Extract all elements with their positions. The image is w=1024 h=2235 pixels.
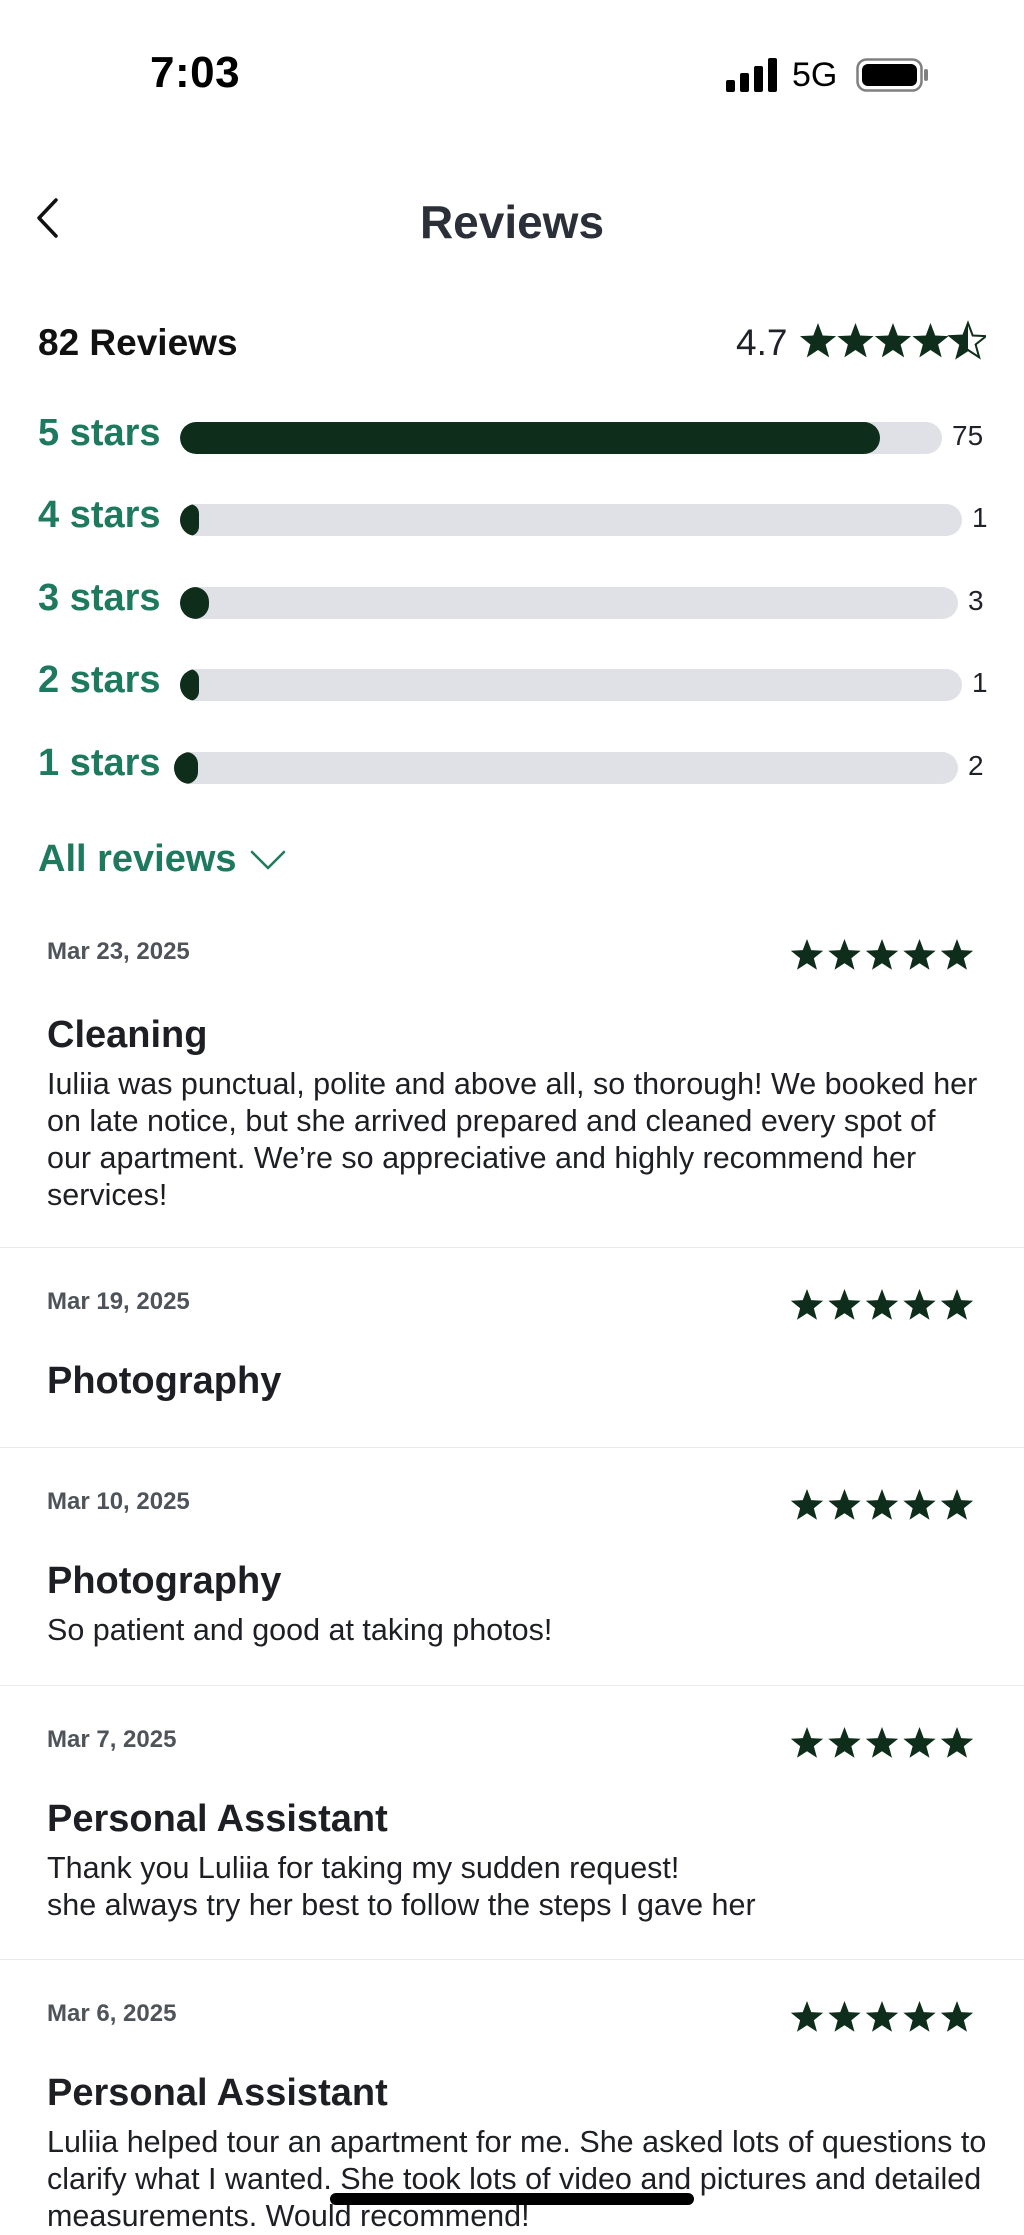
review-rating-stars [790,1489,974,1520]
review-text: So patient and good at taking photos! [47,1613,553,1647]
signal-icon [726,58,777,92]
review-card: Mar 6, 2025 Personal Assistant Luliia help… [0,1960,1024,2233]
status-time: 7:03 [150,48,241,97]
star-filled-icon [940,2001,974,2032]
star-filled-icon [800,323,837,358]
review-rating-stars [790,939,974,970]
distribution-bar-fill [180,504,199,536]
star-filled-icon [828,2001,861,2032]
star-filled-icon [837,323,874,358]
star-filled-icon [790,1727,824,1758]
distribution-label[interactable]: 1 stars [38,742,161,785]
review-card: Mar 10, 2025 Photography So patient and go… [0,1448,1024,1686]
star-filled-icon [828,1289,861,1320]
distribution-label[interactable]: 5 stars [38,412,161,455]
star-filled-icon [865,1289,899,1320]
distribution-bar-fill [174,752,198,784]
battery-icon [856,58,928,92]
distribution-count: 2 [968,750,984,781]
star-filled-icon [828,939,861,970]
star-filled-icon [865,1727,899,1758]
home-indicator [330,2193,694,2205]
distribution-count: 3 [968,585,984,616]
star-filled-icon [903,939,936,970]
star-filled-icon [940,1489,974,1520]
star-filled-icon [865,2001,899,2032]
star-filled-icon [912,323,949,358]
star-filled-icon [790,939,824,970]
review-text: Thank you Luliia for taking my sudden re… [47,1851,756,1922]
distribution-bar-fill [180,669,199,701]
distribution-bar [180,504,962,536]
distribution-count: 1 [972,502,988,533]
distribution-bar [180,669,962,701]
review-date: Mar 10, 2025 [47,1488,190,1515]
distribution-label[interactable]: 3 stars [38,577,161,620]
review-title: Photography [47,1360,282,1402]
review-card: Mar 19, 2025 Photography [0,1248,1024,1448]
review-title: Personal Assistant [47,2072,388,2114]
star-filled-icon [790,2001,824,2032]
review-card: Mar 7, 2025 Personal Assistant Thank you L… [0,1686,1024,1960]
star-filled-icon [903,1289,936,1320]
star-filled-icon [903,1489,936,1520]
star-filled-icon [940,939,974,970]
network-label: 5G [792,56,838,94]
distribution-count: 1 [972,667,988,698]
review-text: Luliia helped tour an apartment for me. … [47,2125,987,2233]
star-filled-icon [828,1489,861,1520]
star-filled-icon [790,1289,824,1320]
distribution-label[interactable]: 2 stars [38,659,161,702]
average-rating: 4.7 [736,322,788,363]
average-rating-stars [800,320,986,360]
review-date: Mar 23, 2025 [47,938,190,965]
all-reviews-filter[interactable]: All reviews [38,838,287,881]
chevron-down-icon [250,850,285,869]
review-text: Iuliia was punctual, polite and above al… [47,1067,978,1212]
review-title: Cleaning [47,1014,208,1056]
star-filled-icon [940,1289,974,1320]
star-filled-icon [940,1727,974,1758]
distribution-bar [180,422,942,454]
star-filled-icon [903,2001,936,2032]
distribution-row[interactable]: 4 stars 1 [0,490,1024,550]
distribution-row[interactable]: 2 stars 1 [0,655,1024,715]
status-bar: 7:03 5G [0,0,1024,150]
distribution-row[interactable]: 1 stars 2 [0,738,1024,798]
distribution-bar [180,587,958,619]
review-card: Mar 23, 2025 Cleaning Iuliia was punctual,… [0,910,1024,1248]
distribution-count: 75 [952,420,984,451]
star-filled-icon [790,1489,824,1520]
distribution-row[interactable]: 5 stars 75 [0,408,1024,468]
review-date: Mar 6, 2025 [47,2000,177,2027]
distribution-label[interactable]: 4 stars [38,494,161,537]
filter-label: All reviews [38,838,237,880]
review-title: Personal Assistant [47,1798,388,1840]
distribution-bar [174,752,958,784]
distribution-bar-fill [180,587,209,619]
review-rating-stars [790,2001,974,2032]
star-filled-icon [903,1727,936,1758]
review-count: 82 Reviews [38,322,238,363]
review-rating-stars [790,1289,974,1320]
review-date: Mar 7, 2025 [47,1726,177,1753]
page-title: Reviews [419,196,605,248]
star-filled-icon [865,939,899,970]
star-filled-icon [865,1489,899,1520]
distribution-bar-fill [180,422,880,454]
star-filled-icon [874,323,912,358]
star-filled-icon [828,1727,861,1758]
review-rating-stars [790,1727,974,1758]
distribution-row[interactable]: 3 stars 3 [0,573,1024,633]
review-title: Photography [47,1560,282,1602]
review-date: Mar 19, 2025 [47,1288,190,1315]
